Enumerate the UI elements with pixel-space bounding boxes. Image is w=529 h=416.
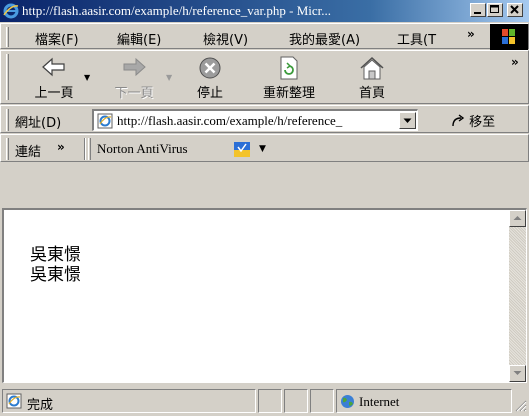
refresh-label: 重新整理	[262, 86, 315, 101]
standard-toolbar: 上一頁 ▼ 下一頁 ▼ 停止 重新整理 首頁 »	[0, 50, 529, 104]
links-label[interactable]: 連結	[15, 141, 41, 160]
resize-grip-icon[interactable]	[514, 399, 527, 412]
back-button[interactable]: 上一頁	[25, 54, 83, 101]
home-label: 首頁	[358, 86, 385, 101]
links-bar: 連結 » Norton AntiVirus ▼	[0, 134, 529, 162]
stop-label: 停止	[196, 86, 223, 101]
security-zone-label: Internet	[359, 394, 400, 409]
address-dropdown-button[interactable]	[399, 112, 416, 129]
stop-button[interactable]: 停止	[185, 54, 235, 101]
title-bar[interactable]: http://flash.aasir.com/example/h/referen…	[0, 0, 529, 22]
norton-antivirus-label[interactable]: Norton AntiVirus	[97, 141, 188, 157]
back-dropdown-icon[interactable]: ▼	[84, 73, 90, 82]
status-text-panel: 完成	[2, 389, 256, 413]
menu-edit[interactable]: 編輯(E)	[117, 29, 161, 48]
address-bar-grip[interactable]	[6, 109, 9, 131]
menu-bar-grip[interactable]	[6, 27, 9, 47]
scroll-up-icon	[513, 216, 522, 220]
status-panel-empty	[258, 389, 282, 413]
refresh-icon	[280, 56, 298, 80]
toolbar-grip[interactable]	[6, 54, 9, 100]
forward-arrow-icon	[123, 57, 146, 77]
status-text: 完成	[27, 398, 54, 413]
address-label: 網址(D)	[15, 116, 62, 131]
forward-button[interactable]: 下一頁	[105, 54, 163, 101]
back-arrow-icon	[42, 57, 65, 77]
toolbar-overflow-chevron[interactable]: »	[511, 55, 519, 69]
status-bar: 完成 Internet	[0, 386, 529, 416]
maximize-icon	[490, 5, 499, 13]
close-icon	[510, 5, 519, 14]
home-icon	[360, 56, 384, 80]
maximize-button[interactable]	[487, 3, 503, 17]
scroll-down-button[interactable]	[509, 365, 526, 382]
status-panel-empty	[284, 389, 308, 413]
home-button[interactable]: 首頁	[343, 54, 401, 101]
address-input[interactable]: http://flash.aasir.com/example/h/referen…	[92, 109, 418, 131]
menu-favorites[interactable]: 我的最愛(A)	[289, 29, 360, 48]
content-line: 吳東憬	[30, 265, 81, 285]
address-bar: 網址(D) http://flash.aasir.com/example/h/r…	[0, 105, 529, 133]
close-button[interactable]	[507, 3, 523, 17]
ie-logo-icon	[3, 3, 19, 19]
menu-bar: 檔案(F) 編輯(E) 檢視(V) 我的最愛(A) 工具(T »	[0, 23, 529, 50]
chevron-down-icon	[403, 118, 412, 123]
status-panel-empty	[310, 389, 334, 413]
menu-tools[interactable]: 工具(T	[397, 29, 436, 48]
refresh-button[interactable]: 重新整理	[244, 54, 334, 101]
globe-icon	[341, 395, 354, 408]
forward-label: 下一頁	[114, 86, 154, 101]
links-bar-grip[interactable]	[6, 138, 9, 160]
address-url: http://flash.aasir.com/example/h/referen…	[117, 113, 343, 128]
page-icon	[97, 113, 113, 129]
go-arrow-icon	[452, 114, 465, 127]
links-overflow-chevron[interactable]: »	[57, 140, 65, 154]
links-separator	[84, 138, 86, 160]
menu-file[interactable]: 檔案(F)	[35, 29, 79, 48]
go-button[interactable]: 移至	[451, 111, 495, 130]
page-done-icon	[6, 393, 22, 409]
minimize-button[interactable]	[470, 3, 486, 17]
minimize-icon	[474, 12, 481, 14]
scroll-up-button[interactable]	[509, 210, 526, 227]
vertical-scrollbar[interactable]	[509, 210, 526, 382]
menu-overflow-chevron[interactable]: »	[467, 27, 475, 41]
security-zone-panel[interactable]: Internet	[336, 389, 512, 413]
forward-dropdown-icon[interactable]: ▼	[166, 73, 172, 82]
back-label: 上一頁	[34, 86, 74, 101]
page-content[interactable]: 吳東憬 吳東憬	[2, 208, 527, 383]
norton-dropdown-icon[interactable]: ▼	[259, 144, 266, 154]
norton-bar-grip[interactable]	[88, 138, 91, 160]
scroll-down-icon	[513, 371, 522, 375]
go-label: 移至	[469, 115, 496, 130]
stop-icon	[199, 57, 221, 79]
norton-shield-icon[interactable]	[233, 141, 251, 158]
windows-flag-icon	[502, 29, 515, 44]
windows-logo	[490, 24, 528, 50]
window-title: http://flash.aasir.com/example/h/referen…	[22, 3, 332, 18]
menu-view[interactable]: 檢視(V)	[203, 29, 248, 48]
